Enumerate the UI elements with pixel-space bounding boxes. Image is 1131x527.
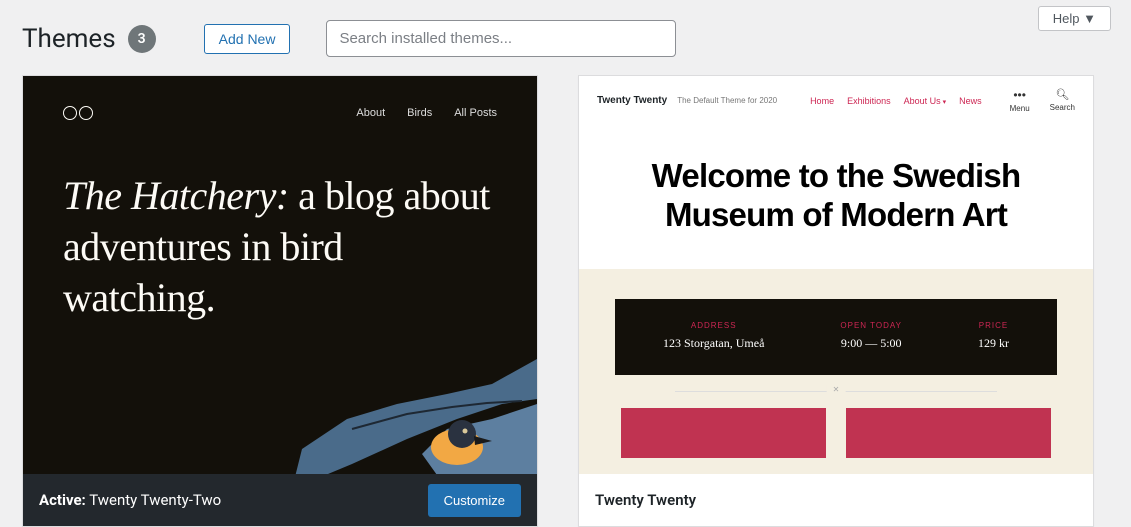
preview-headline: The Hatchery: a blog about adventures in… [63, 170, 497, 324]
preview-brand: Twenty Twenty [597, 95, 667, 106]
page-title: Themes [22, 24, 116, 54]
nav-item: All Posts [454, 107, 497, 119]
theme-footer: Twenty Twenty [579, 474, 1093, 526]
themes-grid: About Birds All Posts The Hatchery: a bl… [0, 75, 1131, 527]
theme-preview: About Birds All Posts The Hatchery: a bl… [23, 76, 537, 474]
theme-preview: Twenty Twenty The Default Theme for 2020… [579, 76, 1093, 474]
preview-tagline: The Default Theme for 2020 [677, 96, 777, 105]
theme-card-active[interactable]: About Birds All Posts The Hatchery: a bl… [22, 75, 538, 527]
info-value: 129 kr [978, 336, 1009, 351]
preview-menu: Home Exhibitions About Us News [810, 96, 982, 106]
preview-info-bar: ADDRESS 123 Storgatan, Umeå OPEN TODAY 9… [615, 299, 1057, 375]
theme-count-badge: 3 [128, 25, 156, 53]
theme-card[interactable]: Twenty Twenty The Default Theme for 2020… [578, 75, 1094, 527]
info-label: PRICE [978, 321, 1009, 330]
search-icon: 🔍︎Search [1050, 88, 1075, 113]
menu-item: Home [810, 96, 834, 106]
menu-item: About Us [904, 96, 947, 106]
bird-icon [292, 359, 537, 474]
info-value: 9:00 — 5:00 [840, 336, 902, 351]
nav-item: Birds [407, 107, 432, 119]
menu-item: News [959, 96, 982, 106]
search-input[interactable] [326, 20, 676, 57]
menu-item: Exhibitions [847, 96, 891, 106]
preview-hero: Welcome to the Swedish Museum of Modern … [579, 129, 1093, 269]
preview-nav: About Birds All Posts [356, 107, 497, 119]
info-value: 123 Storgatan, Umeå [663, 336, 764, 351]
page-header: Themes 3 Add New [0, 0, 1131, 75]
info-label: OPEN TODAY [840, 321, 902, 330]
preview-blocks [615, 408, 1057, 458]
info-label: ADDRESS [663, 321, 764, 330]
menu-icon: •••Menu [1010, 88, 1030, 113]
binoculars-icon [63, 106, 93, 120]
theme-footer: Active: Twenty Twenty-Two Customize [23, 474, 537, 526]
theme-name: Twenty Twenty [595, 491, 696, 509]
help-button[interactable]: Help ▼ [1038, 6, 1111, 31]
chevron-down-icon: ▼ [1083, 11, 1096, 26]
nav-item: About [356, 107, 385, 119]
divider-icon: ✕ [675, 391, 997, 392]
theme-name: Active: Twenty Twenty-Two [39, 491, 221, 509]
help-label: Help [1053, 11, 1080, 26]
add-new-button[interactable]: Add New [204, 24, 291, 54]
